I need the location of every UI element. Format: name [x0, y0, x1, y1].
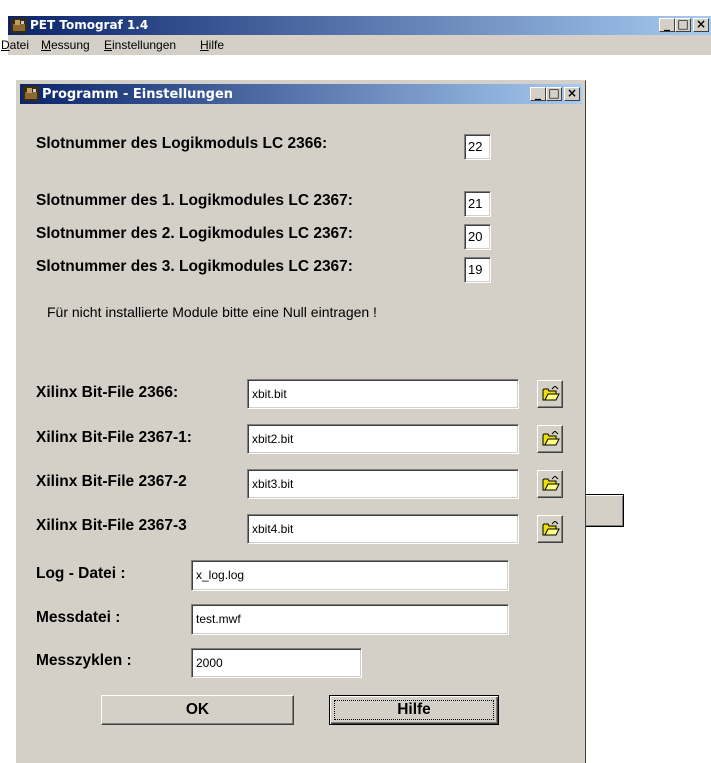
- slot-lc2366-label: Slotnummer des Logikmoduls LC 2366:: [36, 135, 328, 152]
- xilinx-2367-1-label: Xilinx Bit-File 2367-1:: [36, 429, 192, 446]
- xilinx-2367-3-browse-button[interactable]: [537, 515, 563, 543]
- main-maximize-button[interactable]: □: [675, 17, 691, 32]
- mess-cycles-input[interactable]: 2000: [191, 648, 362, 678]
- open-folder-icon: [542, 476, 560, 491]
- slot-lc2366-input[interactable]: 22: [464, 134, 491, 160]
- menu-hilfe[interactable]: Hilfe: [200, 38, 224, 52]
- settings-dialog: Programm - Einstellungen _ □ × Slotnumme…: [16, 80, 586, 763]
- help-button[interactable]: Hilfe: [329, 695, 499, 725]
- dialog-minimize-button[interactable]: _: [530, 86, 546, 101]
- xilinx-2367-2-label: Xilinx Bit-File 2367-2: [36, 473, 187, 490]
- main-title: PET Tomograf 1.4: [30, 18, 149, 32]
- slot-lc2367-2-input[interactable]: 20: [464, 224, 491, 250]
- xilinx-2366-input[interactable]: xbit.bit: [247, 379, 519, 409]
- mess-cycles-label: Messzyklen :: [36, 652, 132, 669]
- dialog-app-icon: [23, 86, 39, 101]
- open-folder-icon: [542, 386, 560, 401]
- hint-text: Für nicht installierte Module bitte eine…: [47, 304, 377, 320]
- dialog-title: Programm - Einstellungen: [42, 87, 234, 102]
- xilinx-2367-3-input[interactable]: xbit4.bit: [247, 514, 519, 544]
- slot-lc2367-1-input[interactable]: 21: [464, 191, 491, 217]
- dialog-caption-buttons: _ □ ×: [530, 86, 580, 102]
- menu-einstellungen[interactable]: Einstellungen: [104, 38, 176, 52]
- slot-lc2367-3-label: Slotnummer des 3. Logikmodules LC 2367:: [36, 258, 353, 275]
- menu-datei[interactable]: Datei: [1, 38, 29, 52]
- open-folder-icon: [542, 431, 560, 446]
- dialog-maximize-button[interactable]: □: [546, 86, 562, 101]
- xilinx-2367-1-input[interactable]: xbit2.bit: [247, 424, 519, 454]
- xilinx-2367-1-browse-button[interactable]: [537, 425, 563, 453]
- open-folder-icon: [542, 521, 560, 536]
- main-titlebar[interactable]: PET Tomograf 1.4 _ □ ×: [8, 16, 711, 35]
- mess-file-label: Messdatei :: [36, 609, 121, 626]
- ok-button[interactable]: OK: [101, 695, 294, 725]
- menu-messung[interactable]: Messung: [41, 38, 90, 52]
- xilinx-2366-label: Xilinx Bit-File 2366:: [36, 384, 179, 401]
- log-file-label: Log - Datei :: [36, 565, 126, 582]
- slot-lc2367-1-label: Slotnummer des 1. Logikmodules LC 2367:: [36, 192, 353, 209]
- slot-lc2367-3-input[interactable]: 19: [464, 257, 491, 283]
- main-close-button[interactable]: ×: [693, 17, 709, 32]
- slot-lc2367-2-label: Slotnummer des 2. Logikmodules LC 2367:: [36, 225, 353, 242]
- main-window-button[interactable]: [584, 494, 624, 527]
- xilinx-2367-2-input[interactable]: xbit3.bit: [247, 469, 519, 499]
- main-caption-buttons: _ □ ×: [659, 17, 709, 33]
- app-icon: [11, 18, 27, 33]
- menubar: Datei Messung Einstellungen Hilfe: [1, 35, 711, 55]
- log-file-input[interactable]: x_log.log: [191, 560, 509, 591]
- mess-file-input[interactable]: test.mwf: [191, 604, 509, 635]
- dialog-close-button[interactable]: ×: [564, 86, 580, 101]
- xilinx-2367-3-label: Xilinx Bit-File 2367-3: [36, 517, 187, 534]
- main-minimize-button[interactable]: _: [659, 17, 675, 32]
- xilinx-2366-browse-button[interactable]: [537, 380, 563, 408]
- xilinx-2367-2-browse-button[interactable]: [537, 470, 563, 498]
- dialog-titlebar[interactable]: Programm - Einstellungen _ □ ×: [20, 84, 582, 104]
